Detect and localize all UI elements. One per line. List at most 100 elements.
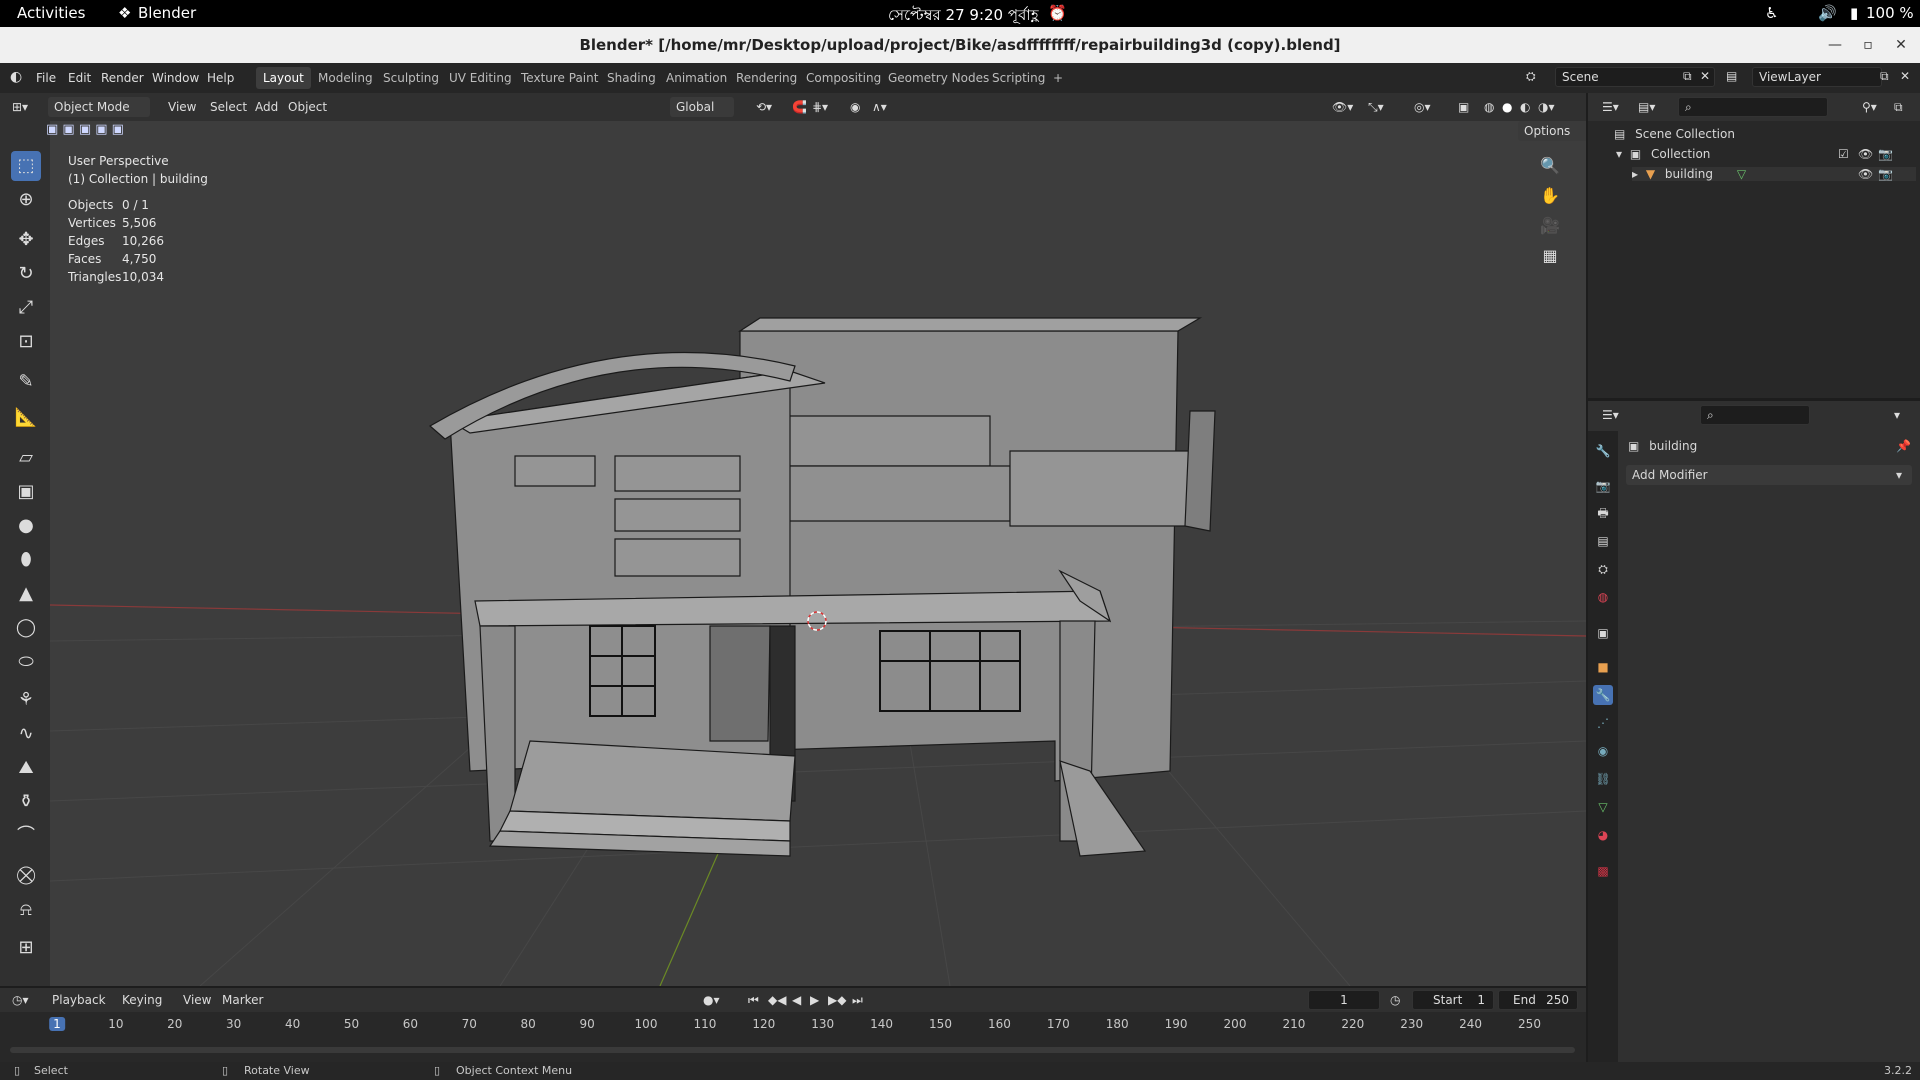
mesh-data-icon[interactable]: ▽	[1737, 167, 1746, 181]
grid-view-icon[interactable]: ▦	[1537, 243, 1563, 269]
annotate-tool-icon[interactable]: ✎	[11, 367, 41, 397]
new-scene-icon[interactable]: ⧉	[1683, 69, 1692, 84]
add-capsule-tool-icon[interactable]: ⬭	[11, 647, 41, 677]
properties-options-icon[interactable]: ▾	[1894, 405, 1900, 425]
tab-shading[interactable]: Shading	[600, 67, 663, 89]
new-viewlayer-icon[interactable]: ⧉	[1880, 69, 1889, 84]
scene-icon[interactable]: ⛭	[1526, 69, 1536, 84]
tab-rendering[interactable]: Rendering	[729, 67, 804, 89]
tab-uv-editing[interactable]: UV Editing	[442, 67, 519, 89]
menu-add[interactable]: Add	[255, 97, 278, 117]
selection-mode-buttons[interactable]: ▣ ▣ ▣ ▣ ▣	[46, 122, 140, 140]
world-tab-icon[interactable]: ◍	[1593, 587, 1613, 607]
app-menu[interactable]: Blender	[138, 4, 196, 22]
add-basket-tool-icon[interactable]: ⛒	[11, 861, 41, 891]
scale-tool-icon[interactable]: ⤢	[11, 293, 41, 323]
add-cylinder-tool-icon[interactable]: ⬮	[11, 545, 41, 575]
properties-editor-icon[interactable]: ☰▾	[1602, 405, 1619, 425]
menu-timeline-view[interactable]: View	[183, 990, 211, 1010]
tab-scripting[interactable]: Scripting	[985, 67, 1052, 89]
tab-geometry-nodes[interactable]: Geometry Nodes	[881, 67, 996, 89]
tab-modeling[interactable]: Modeling	[311, 67, 380, 89]
clock[interactable]: সেপ্টেম্বর 27 9:20 পূর্বাহ্ণ	[888, 4, 1039, 29]
start-frame-field[interactable]: Start 1	[1412, 990, 1494, 1010]
options-dropdown[interactable]: Options	[1518, 121, 1586, 141]
add-pot-tool-icon[interactable]: ⚱	[11, 787, 41, 817]
xray-icon[interactable]: ▣	[1458, 97, 1469, 117]
transform-orientation-dropdown[interactable]: Global	[670, 97, 735, 117]
collection-expand-icon[interactable]: ▾	[1616, 147, 1622, 161]
snap-icon[interactable]: 🧲	[792, 97, 807, 117]
filter-icon[interactable]: ⚲▾	[1862, 97, 1877, 117]
shading-rendered-icon[interactable]: ◑▾	[1538, 97, 1555, 117]
transform-tool-icon[interactable]: ⊡	[11, 327, 41, 357]
add-cube-tool-icon[interactable]: ▣	[11, 477, 41, 507]
end-frame-field[interactable]: End 250	[1498, 990, 1578, 1010]
modifier-tab-icon[interactable]: 🔧	[1593, 685, 1613, 705]
add-arc-tool-icon[interactable]: ⌒	[11, 821, 41, 851]
add-workspace-button[interactable]: +	[1046, 67, 1070, 89]
timeline-editor-icon[interactable]: ◷▾	[12, 990, 29, 1010]
prev-keyframe-icon[interactable]: ◆◀	[768, 990, 786, 1010]
remove-scene-icon[interactable]: ✕	[1700, 69, 1710, 83]
3d-viewport[interactable]: 🔍 ✋ 🎥 ▦ Options	[50, 121, 1586, 986]
new-collection-icon[interactable]: ⧉	[1894, 97, 1903, 117]
viewlayer-icon[interactable]: ▤	[1726, 69, 1737, 83]
jump-start-icon[interactable]: ⏮	[748, 990, 759, 1010]
viewlayer-field[interactable]: ViewLayer	[1752, 67, 1882, 87]
collection-tab-icon[interactable]: ▣	[1593, 623, 1613, 643]
menu-playback[interactable]: Playback	[52, 990, 106, 1010]
add-plane-tool-icon[interactable]: ▱	[11, 443, 41, 473]
accessibility-icon[interactable]: ♿	[1765, 4, 1778, 22]
building-camera-icon[interactable]: 📷	[1878, 167, 1893, 181]
overlays-icon[interactable]: ◎▾	[1414, 97, 1431, 117]
battery-icon[interactable]: ▮	[1850, 4, 1858, 22]
shading-solid-icon[interactable]: ●	[1502, 97, 1512, 117]
gizmo-icon[interactable]: ⤡▾	[1368, 97, 1384, 117]
play-icon[interactable]: ▶	[810, 990, 819, 1010]
properties-search-field[interactable]: ⌕	[1700, 405, 1810, 425]
constraints-tab-icon[interactable]: ⛓	[1593, 769, 1613, 789]
minimize-button[interactable]: —	[1820, 27, 1850, 63]
activities-button[interactable]: Activities	[17, 4, 85, 22]
volume-icon[interactable]: 🔊	[1818, 4, 1837, 22]
physics-tab-icon[interactable]: ◉	[1593, 741, 1613, 761]
remove-viewlayer-icon[interactable]: ✕	[1900, 69, 1910, 83]
menu-render[interactable]: Render	[101, 71, 144, 85]
menu-view[interactable]: View	[168, 97, 196, 117]
jump-end-icon[interactable]: ⏭	[852, 990, 863, 1010]
timeline-area[interactable]: 1 10 20 30 40 50 60 70 80 90 100 110 120 130 140 150 160…	[0, 1012, 1586, 1062]
timeline-scrollbar[interactable]	[10, 1047, 1575, 1053]
scene-tab-icon[interactable]: ⛭	[1593, 559, 1613, 579]
menu-edit[interactable]: Edit	[68, 71, 91, 85]
building-eye-icon[interactable]: 👁	[1858, 167, 1873, 181]
snap-increment-icon[interactable]: ⋕▾	[812, 97, 828, 117]
scene-collection-row[interactable]: ▤ Scene Collection	[1614, 127, 1735, 141]
menu-keying[interactable]: Keying	[122, 990, 162, 1010]
add-sphere-tool-icon[interactable]: ●	[11, 511, 41, 541]
clock-icon[interactable]: ◷	[1390, 990, 1400, 1010]
collection-row[interactable]: ▾ ▣ Collection ☑ 👁 📷	[1616, 147, 1916, 161]
collection-eye-icon[interactable]: 👁	[1858, 147, 1873, 161]
menu-object[interactable]: Object	[288, 97, 327, 117]
proportional-editing-icon[interactable]: ◉	[850, 97, 860, 117]
particles-tab-icon[interactable]: ⋰	[1593, 713, 1613, 733]
zoom-icon[interactable]: 🔍	[1537, 153, 1563, 179]
menu-select[interactable]: Select	[210, 97, 247, 117]
rotate-tool-icon[interactable]: ↻	[11, 259, 41, 289]
tab-compositing[interactable]: Compositing	[799, 67, 888, 89]
cursor-tool-icon[interactable]: ⊕	[11, 185, 41, 215]
move-tool-icon[interactable]: ✥	[11, 225, 41, 255]
add-bell-tool-icon[interactable]: ⍾	[11, 895, 41, 925]
output-tab-icon[interactable]: 🖶	[1593, 503, 1613, 523]
current-frame-field[interactable]: 1	[1308, 990, 1380, 1010]
close-button[interactable]: ✕	[1886, 27, 1916, 63]
shading-material-icon[interactable]: ◐	[1520, 97, 1530, 117]
blender-logo-icon[interactable]: ◐	[10, 69, 22, 85]
tool-tab-icon[interactable]: 🔧	[1593, 441, 1613, 461]
data-tab-icon[interactable]: ▽	[1593, 797, 1613, 817]
outliner-editor-icon[interactable]: ☰▾	[1602, 97, 1619, 117]
mode-dropdown[interactable]: Object Mode	[48, 97, 150, 117]
add-misc-tool-icon[interactable]: ⊞	[11, 933, 41, 963]
collection-checkbox-icon[interactable]: ☑	[1838, 147, 1849, 161]
